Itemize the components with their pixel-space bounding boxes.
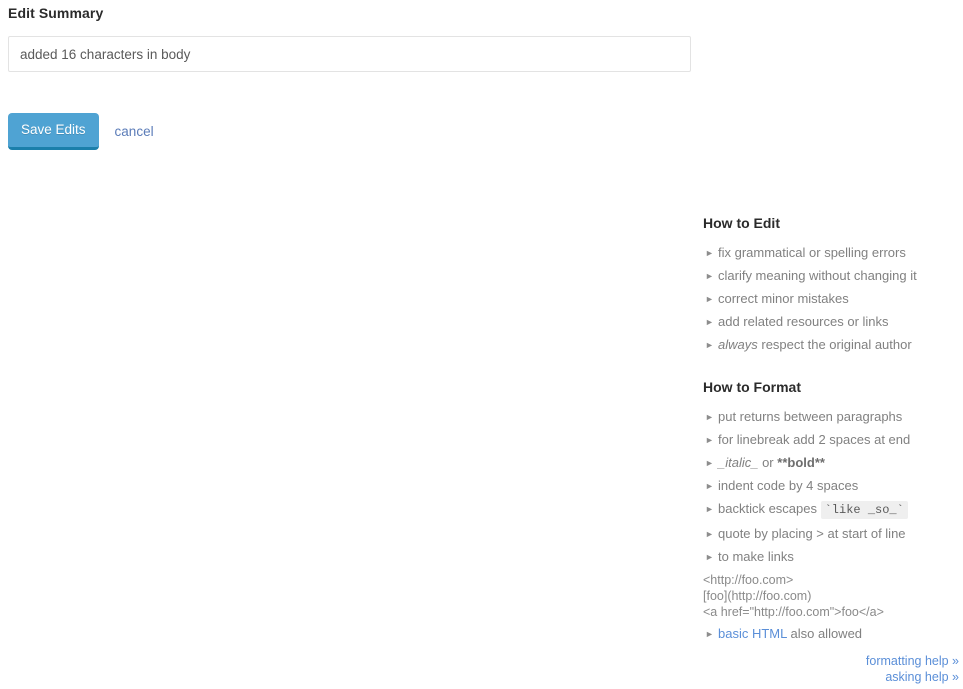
triangle-bullet-icon: ► <box>705 504 714 514</box>
triangle-bullet-icon: ► <box>705 458 714 468</box>
how-to-format-heading: How to Format <box>703 379 801 395</box>
list-item-label: for linebreak add 2 spaces at end <box>718 432 911 447</box>
list-item-label: respect the original author <box>757 337 912 352</box>
list-item: ► quote by placing > at start of line <box>703 526 959 541</box>
link-example-html: <a href="http://foo.com">foo</a> <box>703 605 884 619</box>
list-item: ► always respect the original author <box>703 337 959 352</box>
italic-marker-sample: _italic_ <box>718 455 759 470</box>
triangle-bullet-icon: ► <box>705 294 714 304</box>
triangle-bullet-icon: ► <box>705 481 714 491</box>
list-item: ► put returns between paragraphs <box>703 409 959 424</box>
save-edits-button[interactable]: Save Edits <box>8 113 99 150</box>
list-item-label: add related resources or links <box>718 314 889 329</box>
list-item-basic-html: ► basic HTML also allowed <box>703 626 959 641</box>
triangle-bullet-icon: ► <box>705 317 714 327</box>
triangle-bullet-icon: ► <box>705 629 714 639</box>
asking-help-link[interactable]: asking help » <box>703 669 959 685</box>
code-sample: `like _so_` <box>820 501 908 519</box>
list-item-italic-bold: ► _italic_ or **bold** <box>703 455 959 470</box>
list-item: ► add related resources or links <box>703 314 959 329</box>
triangle-bullet-icon: ► <box>705 248 714 258</box>
how-to-edit-list: ► fix grammatical or spelling errors ► c… <box>703 245 959 352</box>
list-item: ► correct minor mistakes <box>703 291 959 306</box>
conjunction-label: or <box>758 455 778 470</box>
list-item-backtick: ► backtick escapes `like _so_` <box>703 501 959 519</box>
triangle-bullet-icon: ► <box>705 435 714 445</box>
list-item-label: clarify meaning without changing it <box>718 268 917 283</box>
triangle-bullet-icon: ► <box>705 552 714 562</box>
list-item-label: correct minor mistakes <box>718 291 849 306</box>
list-item-label: fix grammatical or spelling errors <box>718 245 906 260</box>
list-item: ► clarify meaning without changing it <box>703 268 959 283</box>
help-links-group: formatting help » asking help » <box>703 653 959 685</box>
link-example-autolink: <http://foo.com> <box>703 573 794 587</box>
basic-html-link[interactable]: basic HTML <box>718 626 787 641</box>
list-item-label: put returns between paragraphs <box>718 409 903 424</box>
edit-summary-input[interactable] <box>8 36 691 72</box>
help-sidebar: How to Edit ► fix grammatical or spellin… <box>703 214 959 685</box>
bold-marker-sample: **bold** <box>777 455 825 470</box>
how-to-edit-heading: How to Edit <box>703 215 780 231</box>
link-example-markdown: [foo](http://foo.com) <box>703 589 812 603</box>
list-item-emphasis: always <box>718 337 758 352</box>
formatting-help-link[interactable]: formatting help » <box>703 653 959 669</box>
page-title: Edit Summary <box>8 5 104 21</box>
list-item-label: also allowed <box>786 626 863 641</box>
triangle-bullet-icon: ► <box>705 412 714 422</box>
form-actions: Save Edits cancel <box>8 113 698 150</box>
list-item-label: backtick escapes <box>718 501 821 516</box>
list-item: ► to make links <box>703 549 959 564</box>
list-item: ► indent code by 4 spaces <box>703 478 959 493</box>
cancel-link[interactable]: cancel <box>115 124 154 139</box>
triangle-bullet-icon: ► <box>705 271 714 281</box>
list-item: ► fix grammatical or spelling errors <box>703 245 959 260</box>
triangle-bullet-icon: ► <box>705 340 714 350</box>
how-to-format-list: ► put returns between paragraphs ► for l… <box>703 409 959 564</box>
list-item-label: quote by placing > at start of line <box>718 526 906 541</box>
link-syntax-examples: <http://foo.com> [foo](http://foo.com) <… <box>703 572 959 620</box>
how-to-format-section: How to Format ► put returns between para… <box>703 378 959 641</box>
list-item-label: indent code by 4 spaces <box>718 478 859 493</box>
edit-summary-form: Edit Summary Save Edits cancel <box>8 0 698 150</box>
how-to-format-list-tail: ► basic HTML also allowed <box>703 626 959 641</box>
list-item: ► for linebreak add 2 spaces at end <box>703 432 959 447</box>
list-item-label: to make links <box>718 549 794 564</box>
triangle-bullet-icon: ► <box>705 529 714 539</box>
